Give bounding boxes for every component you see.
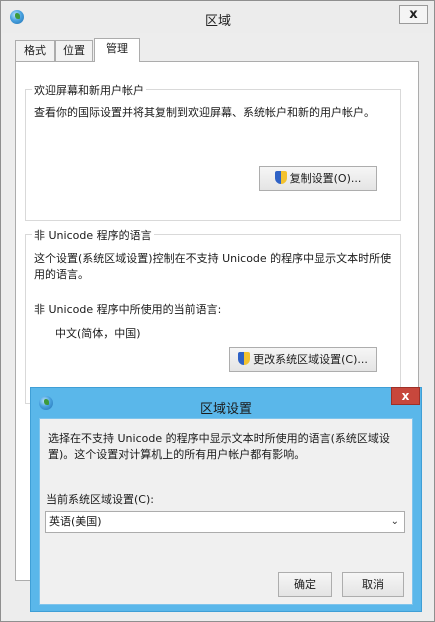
change-system-locale-label: 更改系统区域设置(C)... [253, 353, 368, 366]
unicode-group: 非 Unicode 程序的语言 这个设置(系统区域设置)控制在不支持 Unico… [25, 227, 401, 404]
title-bar: 区域 x [2, 2, 434, 33]
cancel-button[interactable]: 取消 [342, 572, 404, 597]
close-button[interactable]: x [399, 5, 428, 24]
dialog-close-button[interactable]: x [391, 387, 420, 405]
locale-select[interactable]: 英语(美国) ⌄ [45, 511, 405, 533]
region-settings-dialog: 区域设置 x 选择在不支持 Unicode 的程序中显示文本时所使用的语言(系统… [30, 387, 422, 612]
ok-button[interactable]: 确定 [278, 572, 332, 597]
tab-format[interactable]: 格式 [15, 40, 55, 62]
locale-label: 当前系统区域设置(C): [46, 493, 154, 506]
tab-administrative[interactable]: 管理 [94, 38, 140, 62]
current-language-value: 中文(简体，中国) [55, 327, 141, 340]
chevron-down-icon: ⌄ [390, 516, 399, 527]
copy-settings-label: 复制设置(O)... [289, 172, 362, 185]
unicode-description: 这个设置(系统区域设置)控制在不支持 Unicode 的程序中显示文本时所使用的… [34, 252, 392, 281]
dialog-description: 选择在不支持 Unicode 的程序中显示文本时所使用的语言(系统区域设置)。这… [48, 432, 390, 461]
uac-shield-icon [274, 171, 287, 184]
window-title: 区域 [204, 14, 231, 29]
uac-shield-icon [238, 352, 251, 365]
unicode-group-title: 非 Unicode 程序的语言 [32, 227, 154, 243]
dialog-body: 选择在不支持 Unicode 的程序中显示文本时所使用的语言(系统区域设置)。这… [39, 418, 413, 605]
dialog-title: 区域设置 [199, 402, 252, 417]
welcome-group-title: 欢迎屏幕和新用户帐户 [32, 82, 146, 98]
welcome-group: 欢迎屏幕和新用户帐户 查看你的国际设置并将其复制到欢迎屏幕、系统帐户和新的用户帐… [25, 82, 401, 221]
change-system-locale-button[interactable]: 更改系统区域设置(C)... [229, 347, 377, 372]
copy-settings-button[interactable]: 复制设置(O)... [259, 166, 377, 191]
current-language-label: 非 Unicode 程序中所使用的当前语言: [34, 303, 222, 316]
locale-select-value: 英语(美国) [49, 515, 102, 528]
tab-location[interactable]: 位置 [55, 40, 93, 62]
welcome-description: 查看你的国际设置并将其复制到欢迎屏幕、系统帐户和新的用户帐户。 [34, 106, 375, 119]
